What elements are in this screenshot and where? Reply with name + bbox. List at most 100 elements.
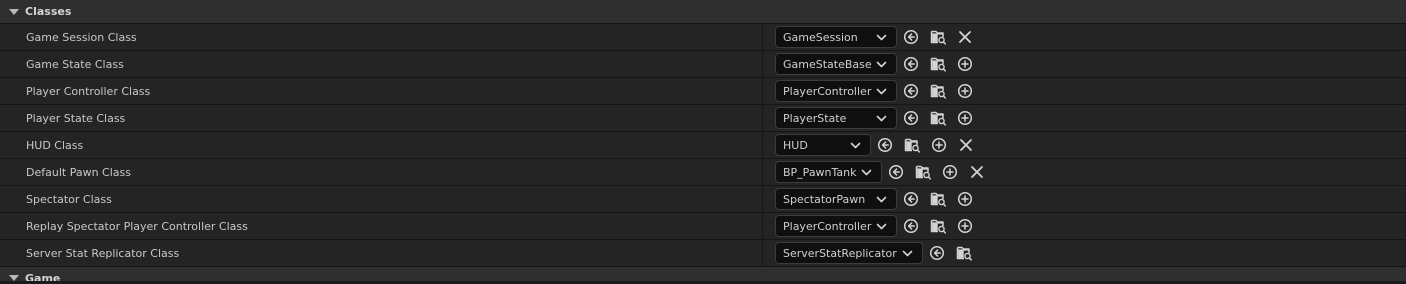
property-value: SpectatorPawn bbox=[775, 188, 975, 210]
browse-to-asset-button[interactable] bbox=[954, 242, 974, 264]
property-row-replay-spectator-player-controller-class: Replay Spectator Player Controller Class… bbox=[0, 213, 1406, 240]
folder-search-icon bbox=[915, 164, 932, 180]
property-row-default-pawn-class: Default Pawn Class BP_PawnTank bbox=[0, 159, 1406, 186]
browse-to-asset-button[interactable] bbox=[928, 26, 948, 48]
column-splitter[interactable] bbox=[762, 78, 763, 104]
class-picker-dropdown[interactable]: BP_PawnTank bbox=[775, 161, 882, 183]
create-new-button[interactable] bbox=[955, 80, 975, 102]
browse-to-asset-button[interactable] bbox=[928, 53, 948, 75]
selected-class-value: SpectatorPawn bbox=[783, 193, 866, 206]
arrow-left-circle-icon bbox=[877, 137, 893, 153]
column-splitter[interactable] bbox=[762, 24, 763, 50]
column-splitter[interactable] bbox=[762, 159, 763, 185]
chevron-down-icon bbox=[850, 140, 861, 149]
browse-to-asset-button[interactable] bbox=[928, 215, 948, 237]
class-picker-dropdown[interactable]: SpectatorPawn bbox=[775, 188, 897, 210]
clear-button[interactable] bbox=[955, 26, 975, 48]
browse-to-asset-button[interactable] bbox=[902, 134, 922, 156]
property-value: PlayerController bbox=[775, 215, 975, 237]
create-new-button[interactable] bbox=[955, 53, 975, 75]
property-row-server-stat-replicator-class: Server Stat Replicator Class ServerStatRe… bbox=[0, 240, 1406, 267]
property-row-hud-class: HUD Class HUD bbox=[0, 132, 1406, 159]
class-picker-dropdown[interactable]: GameStateBase bbox=[775, 53, 897, 75]
class-picker-dropdown[interactable]: GameSession bbox=[775, 26, 897, 48]
selected-class-value: PlayerState bbox=[783, 112, 847, 125]
section-title: Game bbox=[25, 272, 61, 281]
arrow-left-circle-icon bbox=[903, 29, 919, 45]
column-splitter[interactable] bbox=[762, 132, 763, 158]
selected-class-value: HUD bbox=[783, 139, 808, 152]
folder-search-icon bbox=[930, 83, 947, 99]
property-value: ServerStatReplicator bbox=[775, 242, 974, 264]
arrow-left-circle-icon bbox=[903, 110, 919, 126]
column-splitter[interactable] bbox=[762, 213, 763, 239]
expand-arrow-icon[interactable] bbox=[9, 9, 19, 15]
property-label: Spectator Class bbox=[26, 193, 112, 206]
arrow-left-circle-icon bbox=[903, 191, 919, 207]
browse-to-asset-button[interactable] bbox=[928, 188, 948, 210]
plus-circle-icon bbox=[957, 218, 973, 234]
folder-search-icon bbox=[930, 29, 947, 45]
class-picker-dropdown[interactable]: PlayerController bbox=[775, 80, 897, 102]
arrow-left-circle-icon bbox=[888, 164, 904, 180]
property-row-game-session-class: Game Session Class GameSession bbox=[0, 24, 1406, 51]
chevron-down-icon bbox=[876, 113, 887, 122]
browse-to-asset-button[interactable] bbox=[928, 80, 948, 102]
property-value: BP_PawnTank bbox=[775, 161, 987, 183]
class-picker-dropdown[interactable]: HUD bbox=[775, 134, 871, 156]
use-selected-button[interactable] bbox=[901, 188, 921, 210]
use-selected-button[interactable] bbox=[901, 26, 921, 48]
folder-search-icon bbox=[930, 191, 947, 207]
create-new-button[interactable] bbox=[929, 134, 949, 156]
section-title: Classes bbox=[25, 5, 72, 18]
property-label: Replay Spectator Player Controller Class bbox=[26, 220, 248, 233]
column-splitter[interactable] bbox=[762, 105, 763, 131]
use-selected-button[interactable] bbox=[875, 134, 895, 156]
property-label: Player Controller Class bbox=[26, 85, 151, 98]
clear-button[interactable] bbox=[956, 134, 976, 156]
property-row-game-state-class: Game State Class GameStateBase bbox=[0, 51, 1406, 78]
property-value: GameStateBase bbox=[775, 53, 975, 75]
column-splitter[interactable] bbox=[762, 51, 763, 77]
class-picker-dropdown[interactable]: PlayerState bbox=[775, 107, 897, 129]
plus-circle-icon bbox=[957, 110, 973, 126]
selected-class-value: PlayerController bbox=[783, 220, 872, 233]
plus-circle-icon bbox=[957, 83, 973, 99]
use-selected-button[interactable] bbox=[927, 242, 947, 264]
property-value: HUD bbox=[775, 134, 976, 156]
chevron-down-icon bbox=[902, 248, 913, 257]
browse-to-asset-button[interactable] bbox=[913, 161, 933, 183]
create-new-button[interactable] bbox=[955, 215, 975, 237]
class-picker-dropdown[interactable]: PlayerController bbox=[775, 215, 897, 237]
property-label: Server Stat Replicator Class bbox=[26, 247, 180, 260]
property-label: Player State Class bbox=[26, 112, 126, 125]
property-row-spectator-class: Spectator Class SpectatorPawn bbox=[0, 186, 1406, 213]
use-selected-button[interactable] bbox=[901, 107, 921, 129]
expand-arrow-icon[interactable] bbox=[9, 275, 19, 281]
section-header-classes[interactable]: Classes bbox=[0, 0, 1406, 24]
class-picker-dropdown[interactable]: ServerStatReplicator bbox=[775, 242, 923, 264]
property-value: PlayerController bbox=[775, 80, 975, 102]
plus-circle-icon bbox=[942, 164, 958, 180]
clear-button[interactable] bbox=[967, 161, 987, 183]
folder-search-icon bbox=[930, 110, 947, 126]
selected-class-value: BP_PawnTank bbox=[783, 166, 857, 179]
column-splitter[interactable] bbox=[762, 240, 763, 266]
column-splitter[interactable] bbox=[762, 186, 763, 212]
property-label: Default Pawn Class bbox=[26, 166, 131, 179]
use-selected-button[interactable] bbox=[901, 80, 921, 102]
use-selected-button[interactable] bbox=[886, 161, 906, 183]
use-selected-button[interactable] bbox=[901, 53, 921, 75]
section-header-game[interactable]: Game bbox=[0, 267, 1406, 281]
selected-class-value: GameSession bbox=[783, 31, 858, 44]
arrow-left-circle-icon bbox=[903, 83, 919, 99]
create-new-button[interactable] bbox=[940, 161, 960, 183]
chevron-down-icon bbox=[876, 194, 887, 203]
browse-to-asset-button[interactable] bbox=[928, 107, 948, 129]
arrow-left-circle-icon bbox=[903, 56, 919, 72]
folder-search-icon bbox=[930, 56, 947, 72]
chevron-down-icon bbox=[876, 59, 887, 68]
create-new-button[interactable] bbox=[955, 107, 975, 129]
use-selected-button[interactable] bbox=[901, 215, 921, 237]
create-new-button[interactable] bbox=[955, 188, 975, 210]
